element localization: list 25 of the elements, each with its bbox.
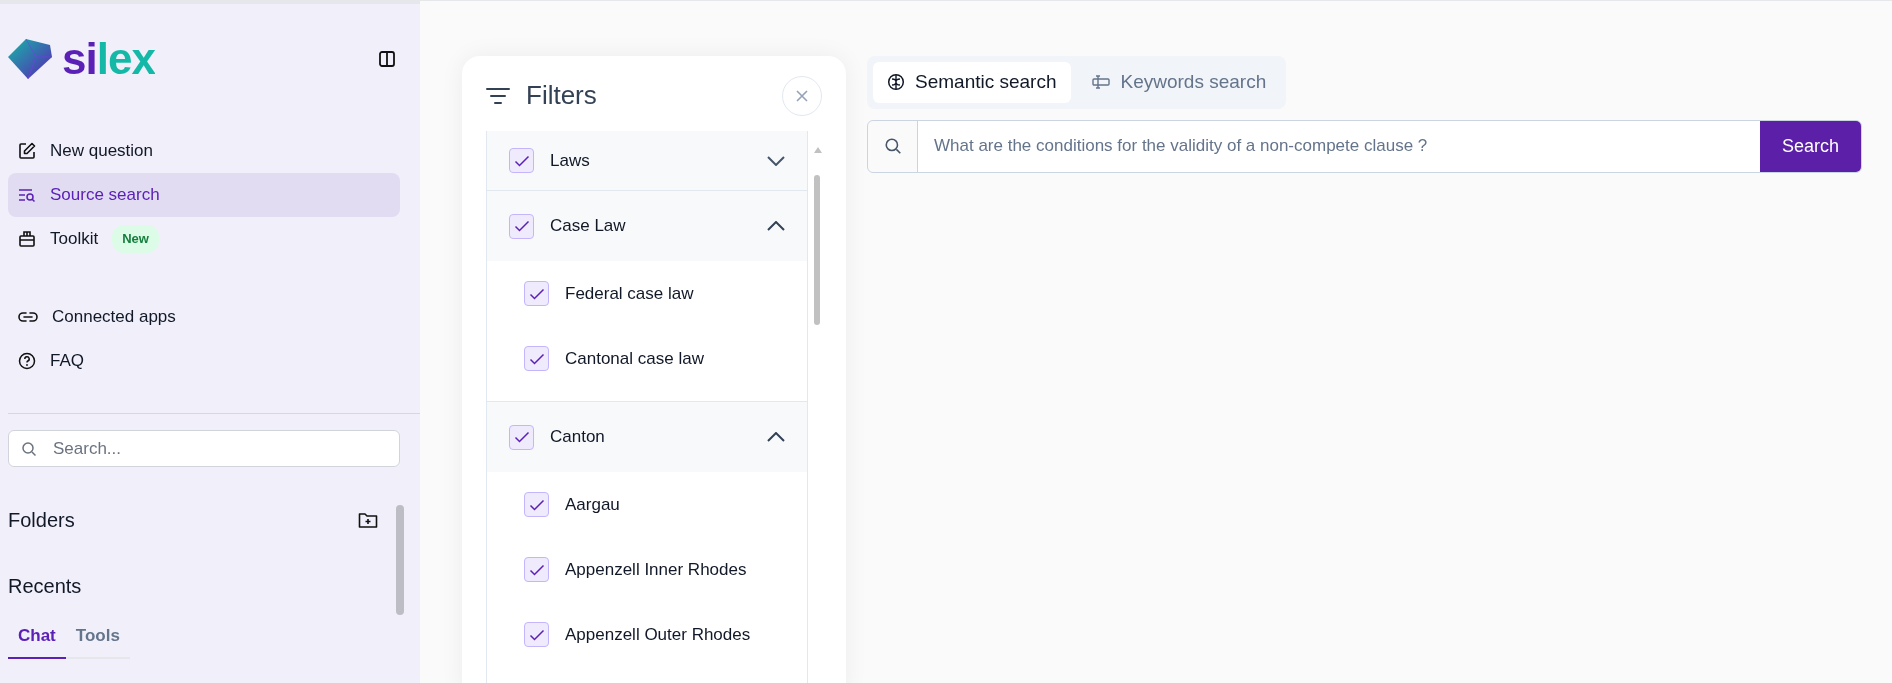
nav-item[interactable]: New question: [8, 129, 400, 173]
filter-option-label: Aargau: [565, 493, 620, 516]
filter-group-label: Canton: [550, 426, 606, 449]
search-field[interactable]: Search...: [8, 430, 400, 467]
search-mode-tab[interactable]: Keywords search: [1076, 62, 1281, 103]
nav-item[interactable]: FAQ: [8, 339, 400, 383]
filters-title: Filters: [526, 79, 597, 112]
search-button[interactable]: Search: [1759, 120, 1861, 172]
filter-option-label: Cantonal case law: [565, 347, 704, 370]
new-badge: New: [112, 225, 159, 253]
nav-item[interactable]: Source search: [8, 173, 400, 217]
filter-group-label: Case Law: [550, 215, 627, 238]
nav-item[interactable]: Connected apps: [8, 295, 400, 339]
recents-tab[interactable]: Tools: [65, 617, 130, 659]
filter-group-label: Laws: [550, 149, 591, 172]
filter-option-label: Appenzell Outer Rhodes: [565, 623, 751, 646]
recents-tab[interactable]: Chat: [8, 617, 66, 659]
filter-option-label: Federal case law: [565, 282, 694, 305]
nav-item[interactable]: Toolkit New: [8, 217, 400, 261]
recents-heading: Recents: [8, 574, 83, 599]
folders-heading: Folders: [8, 508, 75, 533]
query-field[interactable]: What are the conditions for the validity of a non-compete clause ? Search: [867, 119, 1862, 173]
search-mode-tab[interactable]: Semantic search: [873, 62, 1071, 103]
nav-label: Toolkit: [50, 228, 99, 251]
filter-option-label: Appenzell Inner Rhodes: [565, 558, 747, 581]
